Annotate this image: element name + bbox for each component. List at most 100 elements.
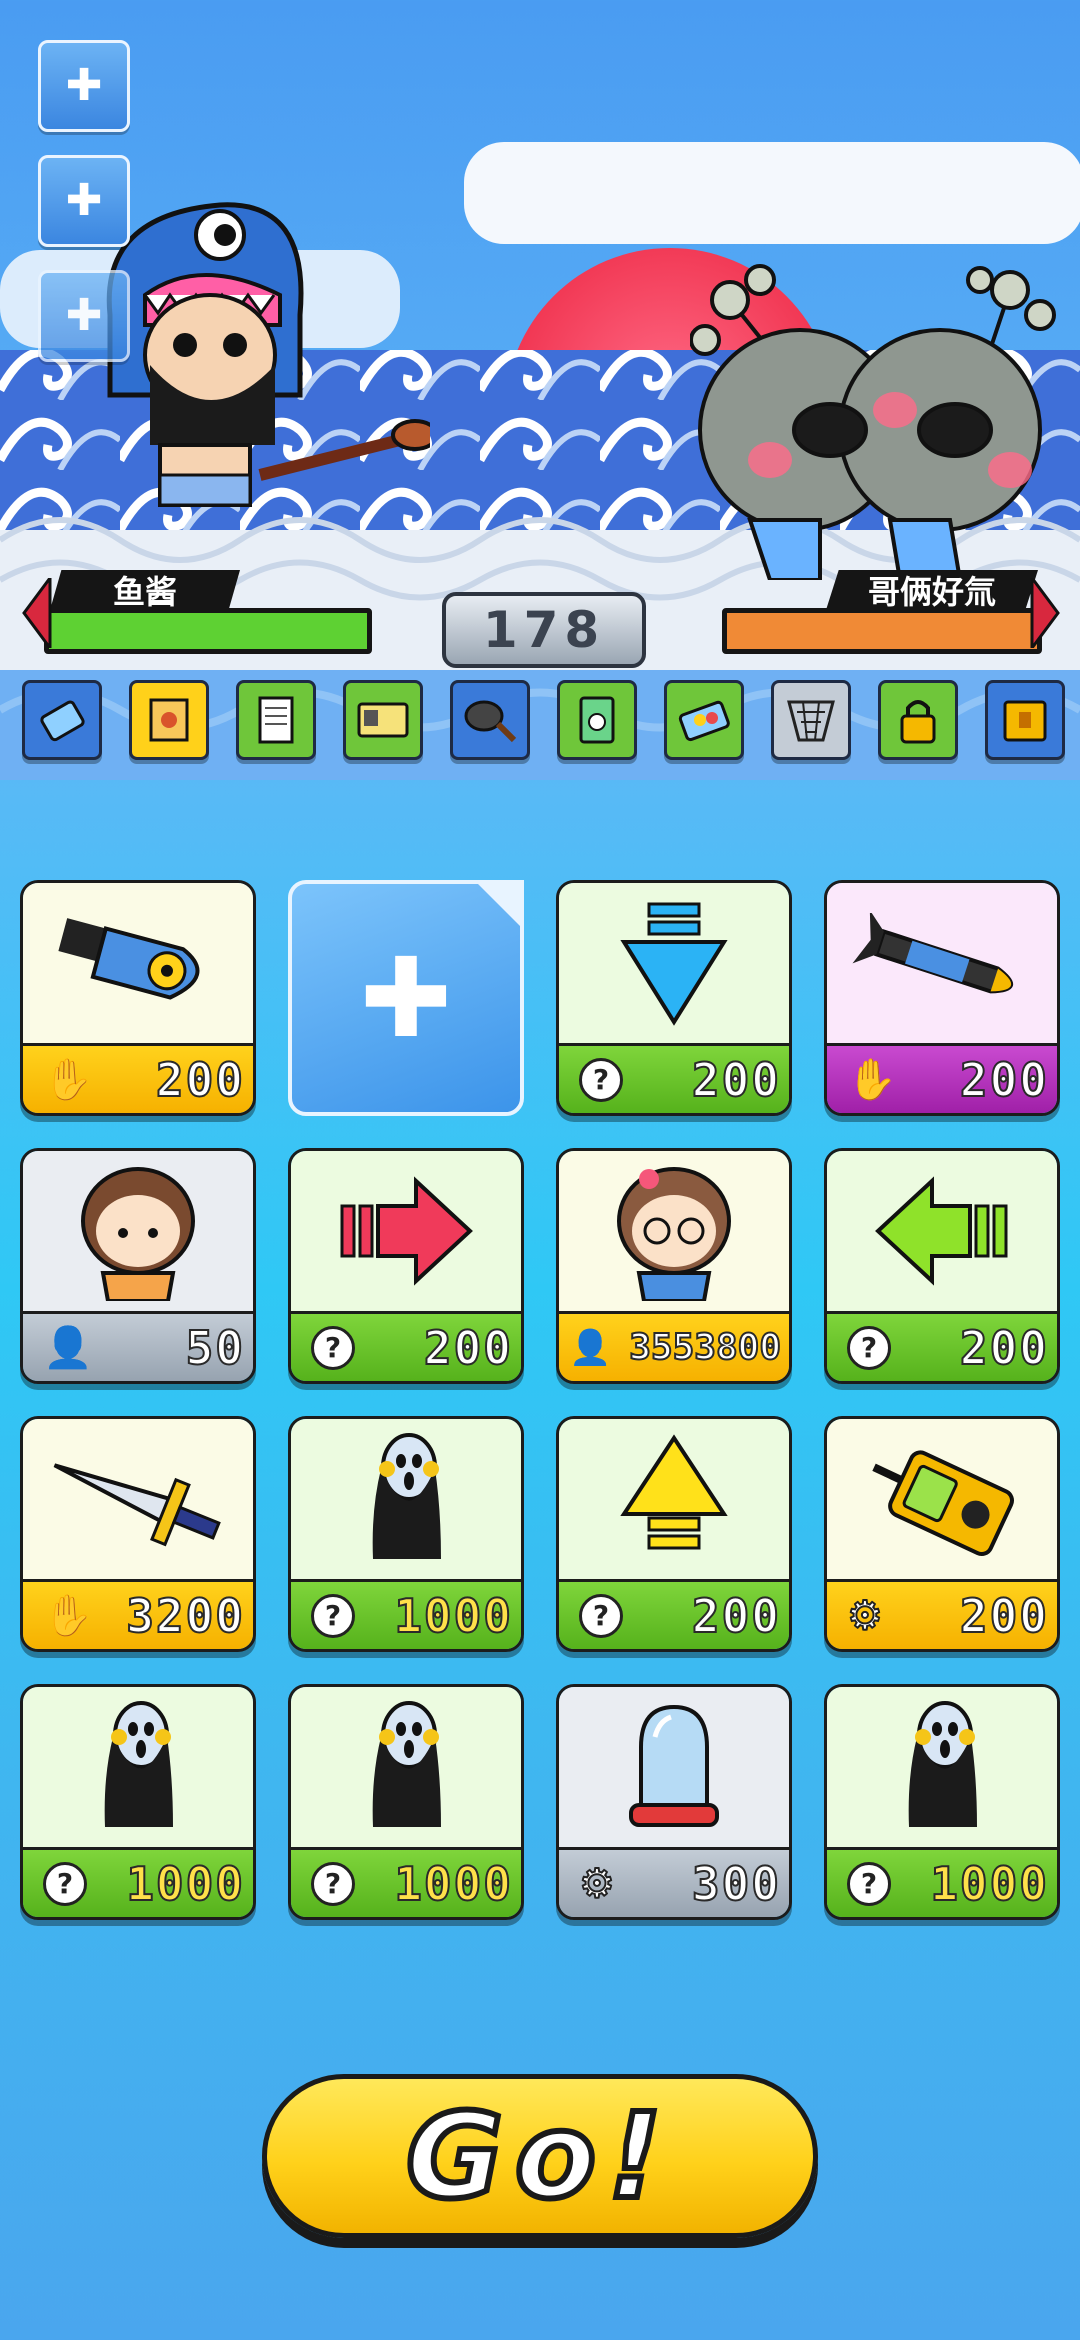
player-name-tag: 鱼酱: [50, 570, 240, 610]
question-currency-icon: ?: [43, 1861, 87, 1906]
question-currency-icon: ?: [579, 1593, 623, 1638]
card-yellow-up-arrow[interactable]: ? 200: [556, 1416, 792, 1652]
score-value: 178: [482, 601, 606, 659]
frying-pan-icon: [464, 700, 517, 743]
question-currency-icon: ?: [311, 1593, 355, 1638]
question-currency-icon: ?: [311, 1861, 355, 1906]
card-glass-dome[interactable]: ⚙ 300: [556, 1684, 792, 1920]
net-icon: [787, 700, 835, 742]
card-girl-glasses[interactable]: 👤 3553800: [556, 1148, 792, 1384]
card-art: [559, 883, 789, 1043]
girl-character-icon: [81, 1167, 195, 1301]
tool-id-card[interactable]: [343, 680, 423, 760]
card-footer: 👤 50: [23, 1311, 253, 1381]
card-footer: ? 1000: [291, 1579, 521, 1649]
card-footer: ? 1000: [291, 1847, 521, 1917]
card-cost: 200: [691, 1588, 781, 1644]
go-button-label: Go!: [403, 2084, 674, 2228]
card-art: [291, 1687, 521, 1847]
side-add-button-2[interactable]: ✚: [38, 155, 130, 247]
card-art: [559, 1419, 789, 1579]
card-footer: ✋ 200: [827, 1043, 1057, 1113]
tool-battery[interactable]: [22, 680, 102, 760]
enemy-hp-bar: [722, 608, 1042, 654]
pills-icon: [678, 700, 730, 742]
card-blue-down-arrow[interactable]: ? 200: [556, 880, 792, 1116]
sword-icon: [53, 1463, 221, 1547]
girl-glasses-character-icon: [617, 1167, 731, 1301]
card-footer: ? 1000: [23, 1847, 253, 1917]
question-currency-icon: ?: [847, 1325, 891, 1370]
card-sword[interactable]: ✋ 3200: [20, 1416, 256, 1652]
hand-currency-icon: ✋: [42, 1592, 94, 1640]
tool-padlock[interactable]: [878, 680, 958, 760]
tool-document[interactable]: [236, 680, 316, 760]
battle-scene: ✚ ✚ ✚ 鱼酱 178 哥俩好氚: [0, 0, 1080, 780]
tool-treasure-box[interactable]: [985, 680, 1065, 760]
card-art: [559, 1687, 789, 1847]
card-cost: 1000: [393, 1588, 513, 1644]
enemy-hp-arrow-icon: [1030, 578, 1060, 648]
up-arrow-icon: [620, 1434, 728, 1550]
tool-pills[interactable]: [664, 680, 744, 760]
card-cost: 3200: [125, 1588, 245, 1644]
tool-net[interactable]: [771, 680, 851, 760]
card-radiation-radio[interactable]: ⚙ 200: [824, 1416, 1060, 1652]
card-art: [559, 1151, 789, 1311]
card-footer: ⚙ 300: [559, 1847, 789, 1917]
card-cost: 200: [959, 1052, 1049, 1108]
battle-score: 178: [442, 592, 646, 668]
card-art: [23, 1419, 253, 1579]
card-footer: ✋ 3200: [23, 1579, 253, 1649]
card-footer: ⚙ 200: [827, 1579, 1057, 1649]
question-currency-icon: ?: [311, 1325, 355, 1370]
card-scream-figure[interactable]: ? 1000: [20, 1684, 256, 1920]
card-scream-figure[interactable]: ? 1000: [288, 1416, 524, 1652]
card-red-right-arrow[interactable]: ? 200: [288, 1148, 524, 1384]
enemy-name: 哥俩好氚: [867, 573, 996, 611]
player-hp-arrow-icon: [22, 578, 52, 648]
document-icon: [258, 696, 294, 744]
scream-figure-icon: [372, 1433, 441, 1559]
tool-frying-pan[interactable]: [450, 680, 530, 760]
card-girl-orange[interactable]: 👤 50: [20, 1148, 256, 1384]
card-footer: ? 200: [827, 1311, 1057, 1381]
person-currency-icon: 👤: [42, 1324, 94, 1372]
tool-radio-card[interactable]: [557, 680, 637, 760]
card-green-left-arrow[interactable]: ? 200: [824, 1148, 1060, 1384]
card-scream-figure[interactable]: ? 1000: [288, 1684, 524, 1920]
card-cost: 3553800: [628, 1326, 782, 1369]
shark-hero-character: [106, 202, 430, 507]
scream-figure-icon: [908, 1701, 977, 1827]
missile-icon: [852, 913, 1013, 994]
card-footer: ✋ 200: [23, 1043, 253, 1113]
plus-icon: ✚: [65, 60, 103, 111]
card-art: [291, 1419, 521, 1579]
card-cost: 1000: [929, 1856, 1049, 1912]
right-arrow-icon: [340, 1176, 473, 1286]
card-scream-figure[interactable]: ? 1000: [824, 1684, 1060, 1920]
card-art: [827, 1687, 1057, 1847]
card-art: [23, 883, 253, 1043]
empty-card-slot[interactable]: ✚: [288, 880, 524, 1116]
scream-figure-icon: [372, 1701, 441, 1827]
side-add-button-3[interactable]: ✚: [38, 270, 130, 362]
left-arrow-icon: [875, 1176, 1008, 1286]
hand-currency-icon: ✋: [846, 1056, 898, 1104]
card-art: [23, 1151, 253, 1311]
person-currency-icon: 👤: [568, 1327, 612, 1369]
tool-lucky-scroll[interactable]: [129, 680, 209, 760]
card-art: [827, 1151, 1057, 1311]
card-nuclear-bomb[interactable]: ✋ 200: [20, 880, 256, 1116]
radiation-radio-icon: [872, 1450, 1014, 1556]
go-button[interactable]: Go!: [262, 2074, 818, 2238]
side-add-button-1[interactable]: ✚: [38, 40, 130, 132]
card-art: [827, 1419, 1057, 1579]
radio-card-icon: [579, 696, 615, 744]
hand-currency-icon: ✋: [42, 1056, 94, 1104]
card-missile[interactable]: ✋ 200: [824, 880, 1060, 1116]
battery-icon: [40, 700, 85, 742]
player-hp-bar: [44, 608, 372, 654]
scroll-icon: [149, 698, 189, 742]
card-art: [827, 883, 1057, 1043]
